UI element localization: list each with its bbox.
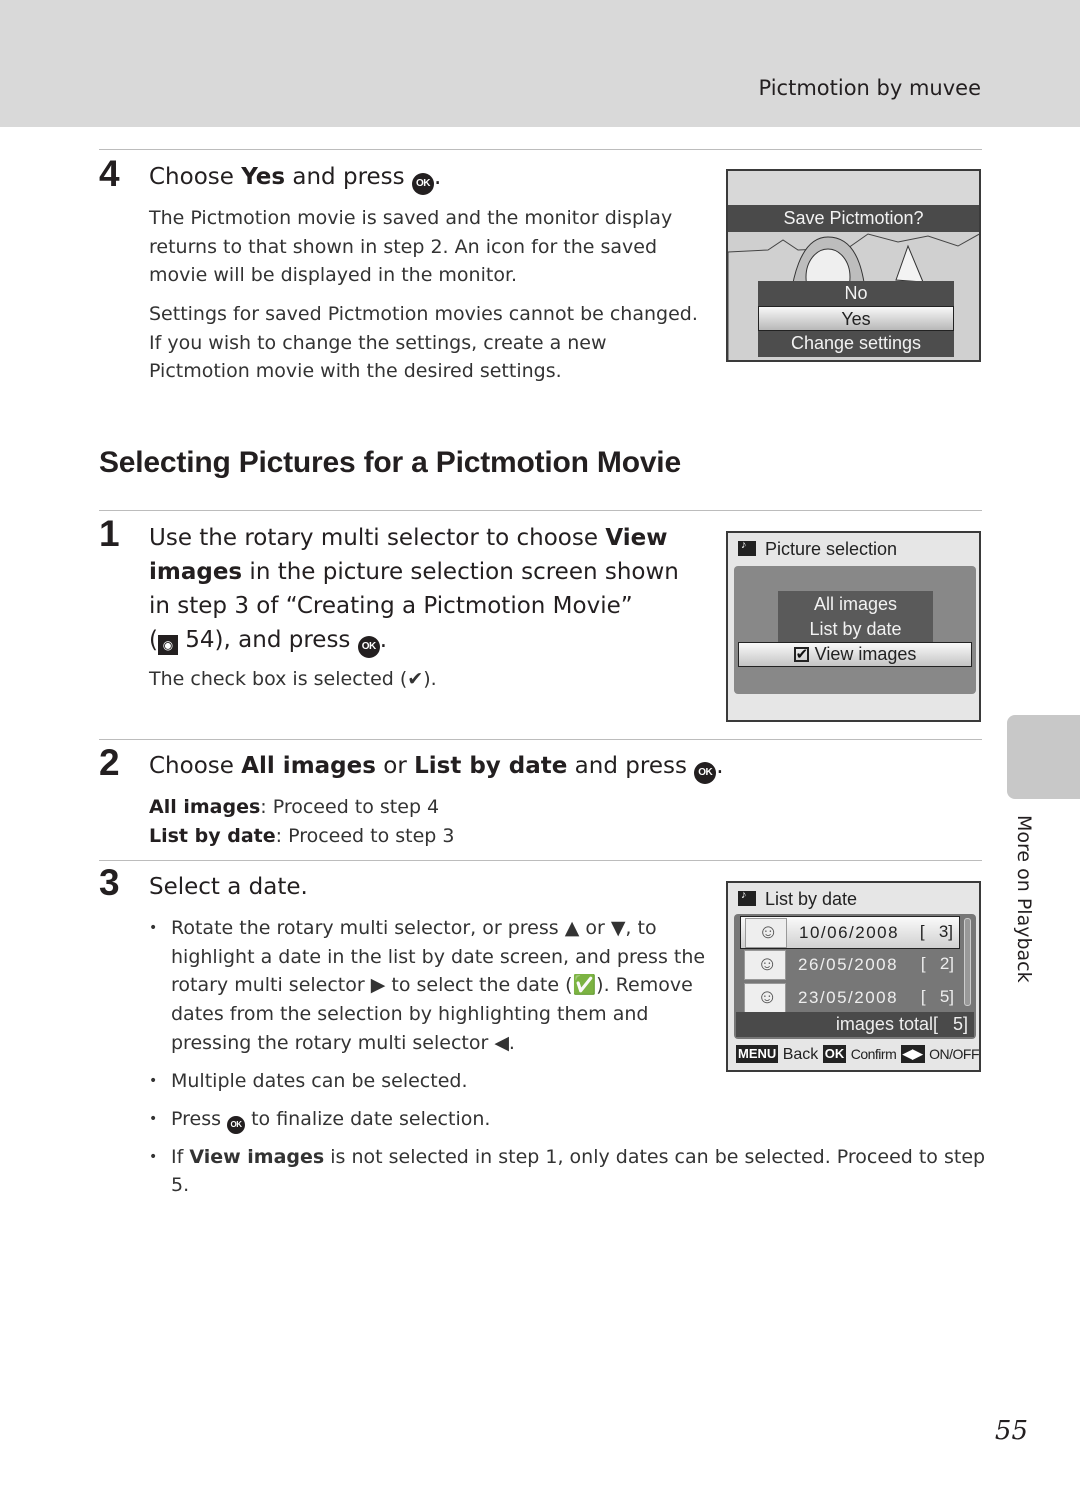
section-title: Selecting Pictures for a Pictmotion Movi…	[99, 446, 681, 479]
ok-button-icon: OK	[411, 173, 434, 195]
checkbox-checked-icon[interactable]	[793, 643, 809, 666]
date-list-panel: 10/06/2008 [ 3] 26/05/2008 [ 2] 23/05/20…	[734, 914, 976, 1039]
screen-title: List by date	[738, 889, 857, 910]
date-row[interactable]: 26/05/2008 [ 2]	[740, 949, 960, 982]
ok-key-icon: OK	[822, 1045, 847, 1063]
step-heading: Select a date.	[149, 874, 308, 900]
screen-title: Save Pictmotion?	[728, 205, 979, 232]
selection-options: All images List by date	[778, 591, 933, 643]
ok-button-icon: OK	[694, 762, 717, 784]
option-list-by-date[interactable]: List by date	[778, 617, 933, 642]
divider	[99, 739, 982, 740]
thumbnail-image	[745, 918, 787, 948]
date-row[interactable]: 10/06/2008 [ 3]	[740, 916, 960, 949]
option-yes[interactable]: Yes	[758, 306, 954, 331]
step-number: 4	[99, 153, 120, 194]
divider	[99, 149, 982, 150]
scrollbar[interactable]	[964, 918, 971, 1006]
bullet-item: Press OK to finalize date selection.	[149, 1105, 989, 1134]
pictmotion-icon	[738, 539, 756, 556]
step-number: 2	[99, 742, 120, 783]
step-note: The check box is selected (✔).	[149, 668, 437, 690]
screen-title: Picture selection	[738, 539, 897, 560]
header-band	[0, 0, 1080, 127]
date-row[interactable]: 23/05/2008 [ 5]	[740, 982, 960, 1015]
step-heading: Choose Yes and press OK.	[149, 160, 441, 195]
step-paragraph: The Pictmotion movie is saved and the mo…	[149, 207, 673, 287]
step-number: 3	[99, 862, 120, 903]
camera-screen-picture-selection: Picture selection All images List by dat…	[726, 531, 981, 722]
step-bullets: Multiple dates can be selected. Press OK…	[149, 1067, 989, 1200]
menu-key-icon: MENU	[736, 1045, 779, 1063]
option-no[interactable]: No	[758, 281, 954, 306]
pictmotion-icon	[738, 889, 756, 906]
divider	[99, 510, 982, 511]
images-total: images total[ 5]	[736, 1012, 974, 1037]
bullet-item: If View images is not selected in step 1…	[149, 1143, 989, 1200]
screen-footer: MENU Back OK Confirm ◀▶ ON/OFF	[736, 1045, 980, 1063]
chapter-title: Pictmotion by muvee	[758, 76, 982, 100]
left-right-arrows-icon: ◀▶	[900, 1045, 925, 1063]
step-heading: Choose All images or List by date and pr…	[149, 749, 724, 784]
camera-screen-save-pictmotion: Save Pictmotion? No Yes Change settings	[726, 169, 981, 362]
ok-button-icon: OK	[357, 636, 380, 658]
option-change-settings[interactable]: Change settings	[758, 331, 954, 356]
chapter-tab[interactable]	[1007, 715, 1080, 799]
step-options: All images: Proceed to step 4 List by da…	[149, 796, 455, 847]
step-bullets: Rotate the rotary multi selector, or pre…	[149, 914, 709, 1058]
step-number: 1	[99, 513, 120, 554]
save-options-menu: No Yes Change settings	[758, 281, 954, 357]
option-view-images[interactable]: View images	[738, 642, 972, 667]
divider	[99, 860, 982, 861]
step-heading: Use the rotary multi selector to choose …	[149, 521, 679, 658]
reference-icon: ◉	[157, 635, 178, 655]
ok-button-icon: OK	[227, 1115, 246, 1134]
selection-panel: All images List by date View images	[734, 566, 976, 694]
camera-screen-list-by-date: List by date 10/06/2008 [ 3] 26/05/2008 …	[726, 881, 981, 1072]
step-paragraph: Settings for saved Pictmotion movies can…	[149, 303, 698, 383]
option-all-images[interactable]: All images	[778, 592, 933, 617]
thumbnail-image	[744, 950, 786, 980]
thumbnail-image	[744, 983, 786, 1013]
chapter-tab-label: More on Playback	[1013, 815, 1035, 983]
page-number: 55	[994, 1416, 1028, 1446]
bullet-item: Rotate the rotary multi selector, or pre…	[149, 914, 709, 1058]
